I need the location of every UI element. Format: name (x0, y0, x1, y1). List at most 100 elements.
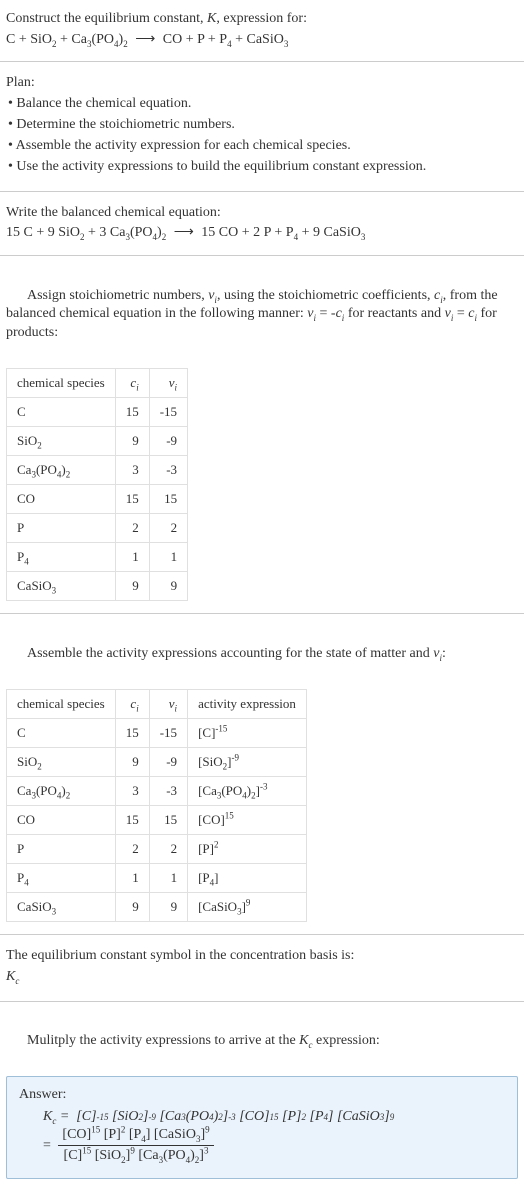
cell-species: SiO2 (7, 427, 116, 456)
cell-ci: 9 (115, 892, 149, 921)
cell-activity: [P4] (188, 863, 307, 892)
cell-vi: 9 (149, 572, 187, 601)
arrow-icon: ⟶ (170, 225, 198, 240)
cell-vi: -9 (149, 747, 187, 776)
cell-activity: [Ca3(PO4)2]-3 (188, 776, 307, 805)
plan-title: Plan: (6, 74, 518, 93)
fraction-numerator: [CO]15 [P]2 [P4] [CaSiO3]9 (58, 1127, 213, 1146)
plan-item: • Use the activity expressions to build … (6, 158, 518, 177)
table-header-row: chemical species ci νi activity expressi… (7, 689, 307, 718)
table-row: CaSiO3 9 9 (7, 572, 188, 601)
table-row: C 15 -15 [C]-15 (7, 718, 307, 747)
cell-species: C (7, 718, 116, 747)
table-row: Ca3(PO4)2 3 -3 [Ca3(PO4)2]-3 (7, 776, 307, 805)
stoich-section: Assign stoichiometric numbers, νi, using… (0, 256, 524, 613)
unbalanced-equation: C + SiO2 + Ca3(PO4)2 ⟶ CO + P + P4 + CaS… (6, 31, 518, 49)
multiply-intro: Mulitply the activity expressions to arr… (6, 1014, 518, 1071)
activity-intro: Assemble the activity expressions accoun… (6, 626, 518, 683)
plan-item: • Balance the chemical equation. (6, 95, 518, 114)
table-row: P 2 2 (7, 514, 188, 543)
col-ci: ci (115, 369, 149, 398)
cell-species: CO (7, 485, 116, 514)
page-root: Construct the equilibrium constant, K, e… (0, 0, 524, 1191)
plan-section: Plan: • Balance the chemical equation. •… (0, 62, 524, 190)
cell-species: CaSiO3 (7, 572, 116, 601)
header-prompt: Construct the equilibrium constant, K, e… (6, 10, 518, 29)
table-row: CaSiO3 9 9 [CaSiO3]9 (7, 892, 307, 921)
activity-section: Assemble the activity expressions accoun… (0, 614, 524, 934)
col-vi: νi (149, 689, 187, 718)
cell-ci: 1 (115, 863, 149, 892)
table-header-row: chemical species ci νi (7, 369, 188, 398)
kc-symbol: Kc (6, 968, 518, 987)
arrow-icon: ⟶ (131, 32, 159, 47)
cell-activity: [P]2 (188, 834, 307, 863)
cell-vi: -9 (149, 427, 187, 456)
fraction-denominator: [C]15 [SiO2]9 [Ca3(PO4)2]3 (60, 1146, 213, 1164)
cell-ci: 1 (115, 543, 149, 572)
col-vi: νi (149, 369, 187, 398)
cell-species: P4 (7, 543, 116, 572)
cell-ci: 15 (115, 718, 149, 747)
cell-species: Ca3(PO4)2 (7, 776, 116, 805)
answer-label: Answer: (19, 1087, 505, 1103)
cell-ci: 9 (115, 572, 149, 601)
answer-line-1: Kc = [C]-15 [SiO2]-9 [Ca3(PO4)2]-3 [CO]1… (19, 1109, 505, 1125)
cell-vi: 1 (149, 543, 187, 572)
cell-species: Ca3(PO4)2 (7, 456, 116, 485)
table-row: P4 1 1 (7, 543, 188, 572)
cell-ci: 3 (115, 456, 149, 485)
cell-ci: 3 (115, 776, 149, 805)
cell-activity: [CaSiO3]9 (188, 892, 307, 921)
table-row: Ca3(PO4)2 3 -3 (7, 456, 188, 485)
plan-item: • Determine the stoichiometric numbers. (6, 116, 518, 135)
table-row: CO 15 15 (7, 485, 188, 514)
cell-species: SiO2 (7, 747, 116, 776)
cell-activity: [SiO2]-9 (188, 747, 307, 776)
header-section: Construct the equilibrium constant, K, e… (0, 0, 524, 61)
cell-ci: 15 (115, 485, 149, 514)
answer-box: Answer: Kc = [C]-15 [SiO2]-9 [Ca3(PO4)2]… (6, 1076, 518, 1179)
table-row: CO 15 15 [CO]15 (7, 805, 307, 834)
stoich-intro: Assign stoichiometric numbers, νi, using… (6, 268, 518, 362)
col-species: chemical species (7, 689, 116, 718)
answer-section: Mulitply the activity expressions to arr… (0, 1002, 524, 1191)
cell-species: C (7, 398, 116, 427)
cell-ci: 9 (115, 427, 149, 456)
cell-vi: -3 (149, 456, 187, 485)
cell-vi: 15 (149, 485, 187, 514)
kc-symbol-section: The equilibrium constant symbol in the c… (0, 935, 524, 1001)
cell-species: P (7, 514, 116, 543)
cell-species: CO (7, 805, 116, 834)
cell-vi: 15 (149, 805, 187, 834)
cell-vi: -15 (149, 398, 187, 427)
cell-vi: 2 (149, 514, 187, 543)
kc-symbol-intro: The equilibrium constant symbol in the c… (6, 947, 518, 966)
cell-ci: 15 (115, 805, 149, 834)
col-species: chemical species (7, 369, 116, 398)
cell-vi: -3 (149, 776, 187, 805)
cell-vi: 1 (149, 863, 187, 892)
balanced-equation: 15 C + 9 SiO2 + 3 Ca3(PO4)2 ⟶ 15 CO + 2 … (6, 224, 518, 242)
activity-table: chemical species ci νi activity expressi… (6, 689, 307, 922)
cell-ci: 9 (115, 747, 149, 776)
cell-vi: 9 (149, 892, 187, 921)
col-ci: ci (115, 689, 149, 718)
cell-species: P (7, 834, 116, 863)
table-row: P 2 2 [P]2 (7, 834, 307, 863)
cell-species: P4 (7, 863, 116, 892)
balanced-section: Write the balanced chemical equation: 15… (0, 192, 524, 255)
cell-activity: [C]-15 (188, 718, 307, 747)
table-row: P4 1 1 [P4] (7, 863, 307, 892)
stoich-table: chemical species ci νi C 15 -15 SiO2 9 -… (6, 368, 188, 601)
balanced-title: Write the balanced chemical equation: (6, 204, 518, 223)
cell-species: CaSiO3 (7, 892, 116, 921)
table-row: C 15 -15 (7, 398, 188, 427)
cell-activity: [CO]15 (188, 805, 307, 834)
cell-ci: 15 (115, 398, 149, 427)
cell-ci: 2 (115, 514, 149, 543)
cell-ci: 2 (115, 834, 149, 863)
table-row: SiO2 9 -9 (7, 427, 188, 456)
cell-vi: 2 (149, 834, 187, 863)
cell-vi: -15 (149, 718, 187, 747)
